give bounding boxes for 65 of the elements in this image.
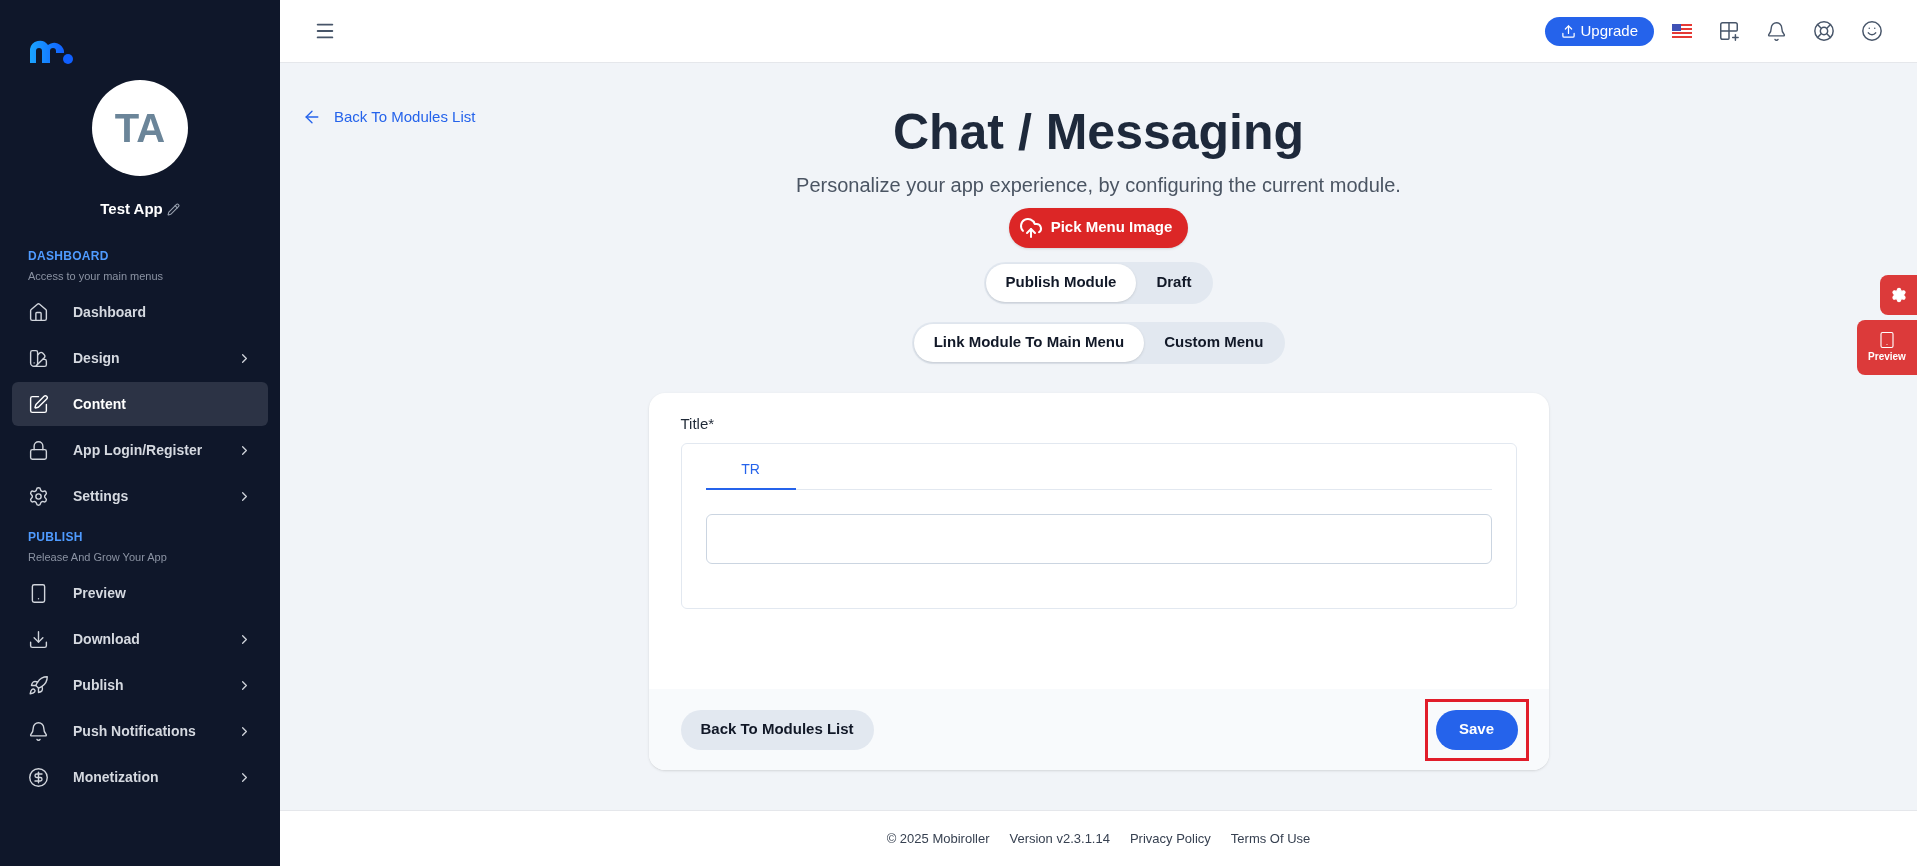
sidebar-item[interactable]: Publish <box>12 663 268 708</box>
toggle-option[interactable]: Publish Module <box>985 263 1137 302</box>
sidebar-item[interactable]: Monetization <box>12 755 268 800</box>
house-icon <box>28 301 49 323</box>
flag-icon[interactable] <box>1672 24 1692 38</box>
pick-image-button[interactable]: Pick Menu Image <box>1008 207 1189 248</box>
sidebar-item[interactable]: Design <box>12 336 268 380</box>
footer-text[interactable]: Terms Of Use <box>1230 828 1311 849</box>
cloud-upload-icon <box>1018 215 1043 240</box>
toggle-option[interactable]: Link Module To Main Menu <box>913 323 1145 362</box>
lock-icon <box>28 439 49 461</box>
upgrade-button[interactable]: Upgrade <box>1545 16 1654 46</box>
sidebar-label: Dashboard <box>73 302 147 322</box>
sidebar-item[interactable]: Settings <box>12 474 268 518</box>
download-icon <box>28 629 49 650</box>
apps-icon[interactable] <box>1718 20 1740 42</box>
sidebar-label: Publish <box>73 676 124 695</box>
sidebar-label: Preview <box>73 584 126 603</box>
section-title: PUBLISH <box>27 529 84 546</box>
swatch-icon <box>28 347 49 369</box>
sidebar-item[interactable]: App Login/Register <box>12 428 268 472</box>
preview-button[interactable]: Preview <box>1857 320 1917 375</box>
back-link[interactable]: Back To Modules List <box>302 106 476 129</box>
sidebar-label: Settings <box>73 486 129 506</box>
sidebar-item[interactable]: Dashboard <box>12 290 268 334</box>
sidebar-label: Content <box>73 394 126 414</box>
sidebar-label: App Login/Register <box>73 440 203 460</box>
toggle-option[interactable]: Custom Menu <box>1144 323 1284 362</box>
title-input[interactable] <box>705 514 1492 564</box>
bell-icon[interactable] <box>1766 20 1787 42</box>
section-subtitle: Release And Grow Your App <box>27 550 168 565</box>
bell-icon <box>28 721 49 742</box>
gear-icon <box>1890 287 1907 303</box>
upload-icon <box>1561 23 1577 39</box>
sidebar-label: Monetization <box>73 768 159 787</box>
app-avatar: TA <box>92 80 188 176</box>
edit-icon[interactable] <box>166 202 180 216</box>
toggle-option[interactable]: Draft <box>1136 263 1212 302</box>
save-button[interactable]: Save <box>1435 709 1518 750</box>
sidebar-label: Push Notifications <box>73 722 196 741</box>
field-label: Title* <box>680 413 716 434</box>
tablet-icon <box>1878 331 1896 349</box>
page-subtitle: Personalize your app experience, by configuring the current module. <box>796 172 1401 198</box>
sidebar-item[interactable]: Content <box>12 382 268 426</box>
app-name: Test App <box>100 199 163 219</box>
settings-icon <box>28 485 49 507</box>
profile-icon[interactable] <box>1861 20 1883 42</box>
sidebar-label: Design <box>73 348 120 368</box>
rocket-icon <box>28 675 49 696</box>
footer-text[interactable]: Privacy Policy <box>1129 828 1211 849</box>
section-title: DASHBOARD <box>27 247 110 265</box>
sidebar-item[interactable]: Download <box>12 617 268 662</box>
footer-text: © 2025 Mobiroller <box>886 829 990 848</box>
sidebar-label: Download <box>73 630 140 649</box>
dollar-icon <box>28 767 49 788</box>
back-button[interactable]: Back To Modules List <box>680 709 874 750</box>
language-tab[interactable]: TR <box>705 450 796 490</box>
help-icon[interactable] <box>1813 20 1835 42</box>
sidebar-item[interactable]: Push Notifications <box>12 709 268 754</box>
sidebar-item[interactable]: Preview <box>12 571 268 616</box>
section-subtitle: Access to your main menus <box>27 268 165 284</box>
page-title: Chat / Messaging <box>892 103 1305 162</box>
edit-icon <box>28 393 49 415</box>
footer-text: Version v2.3.1.14 <box>1009 829 1110 848</box>
settings-button[interactable] <box>1880 275 1917 315</box>
